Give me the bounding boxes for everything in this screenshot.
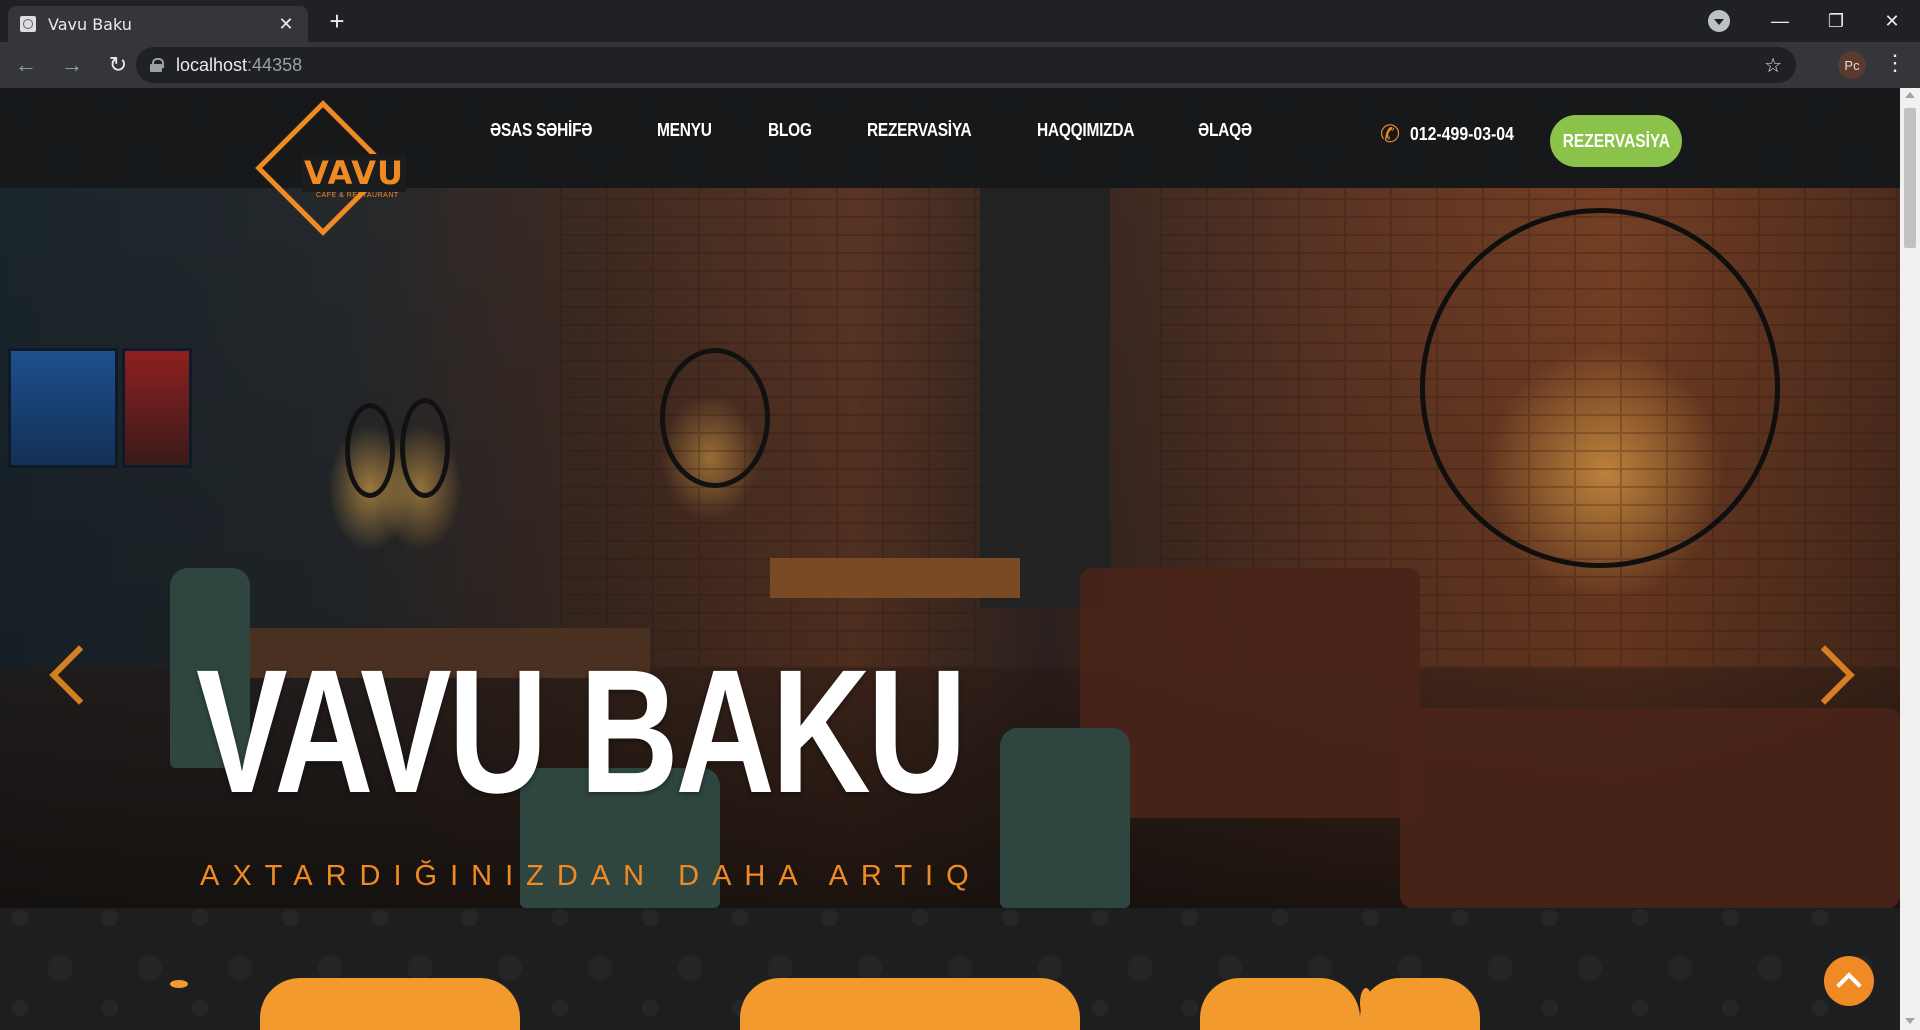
site-logo[interactable]: VAVU CAFE & RESTAURANT: [250, 100, 406, 238]
browser-tab[interactable]: Vavu Baku ✕: [8, 6, 308, 42]
fridge-2: [122, 348, 192, 468]
favicon-icon: [20, 16, 36, 32]
tab-title: Vavu Baku: [48, 14, 132, 34]
table-1: [770, 558, 1020, 598]
sofa-1: [1080, 568, 1420, 818]
wall-ring-small-1: [345, 403, 395, 498]
splash-shape-2: [740, 978, 1080, 1030]
new-tab-button[interactable]: +: [320, 6, 354, 36]
fridge-1: [8, 348, 118, 468]
url-port: :44358: [247, 54, 303, 75]
close-window-icon[interactable]: ✕: [1864, 11, 1920, 32]
url-host: localhost: [176, 54, 248, 75]
profile-avatar[interactable]: Pc: [1838, 51, 1866, 79]
lock-icon[interactable]: [150, 58, 164, 72]
nav-blog[interactable]: BLOG: [768, 120, 812, 141]
splash-shape-3: [1200, 978, 1360, 1030]
chevron-left-icon[interactable]: [48, 644, 78, 704]
site-header: VAVU CAFE & RESTAURANT ƏSAS SƏHİFƏ MENYU…: [0, 88, 1900, 236]
minimize-icon[interactable]: —: [1752, 11, 1808, 32]
reservation-button[interactable]: REZERVASİYA: [1550, 115, 1682, 167]
nav-about[interactable]: HAQQIMIZDA: [1037, 120, 1134, 141]
nav-home[interactable]: ƏSAS SƏHİFƏ: [490, 120, 593, 141]
wall-ring-large: [1420, 208, 1780, 568]
main-nav: ƏSAS SƏHİFƏ MENYU BLOG REZERVASİYA HAQQI…: [490, 120, 1260, 141]
arrow-up-icon[interactable]: [1824, 956, 1874, 1006]
phone-number: 012-499-03-04: [1410, 124, 1515, 144]
splash-dot: [1290, 988, 1320, 997]
splash-dot: [960, 980, 980, 990]
star-icon[interactable]: ☆: [1764, 53, 1782, 78]
address-bar[interactable]: localhost :44358 ☆: [136, 47, 1796, 83]
splash-shape-4: [1360, 978, 1480, 1030]
scrollbar-thumb[interactable]: [1904, 108, 1916, 248]
reload-icon[interactable]: ↻: [98, 45, 138, 85]
nav-contact[interactable]: ƏLAQƏ: [1198, 120, 1252, 141]
scroll-down-icon[interactable]: [1905, 1018, 1915, 1024]
reservation-button-label: REZERVASİYA: [1562, 130, 1670, 151]
window-controls: — ❐ ✕: [1752, 0, 1920, 42]
splash-dot: [1360, 988, 1372, 1018]
pillar: [980, 188, 1110, 608]
forward-icon[interactable]: →: [52, 45, 92, 85]
header-phone[interactable]: ✆ 012-499-03-04: [1380, 120, 1528, 149]
wall-ring-small-2: [400, 398, 450, 498]
hero-title: VAVU BAKU: [196, 634, 967, 830]
phone-icon: ✆: [1380, 121, 1401, 148]
browser-toolbar: ← → ↻ localhost :44358 ☆ Pc ⋮: [0, 42, 1920, 88]
hero-subtitle: AXTARDIĞINIZDAN DAHA ARTIQ: [200, 860, 982, 892]
page-scrollbar[interactable]: [1900, 88, 1920, 1030]
nav-reservation[interactable]: REZERVASİYA: [867, 120, 972, 141]
splash-dot: [170, 980, 188, 988]
menu-kebab-icon[interactable]: ⋮: [1884, 50, 1906, 76]
wall-ring-logo: [660, 348, 770, 488]
splash-shape-1: [260, 978, 520, 1030]
scroll-up-icon[interactable]: [1905, 92, 1915, 98]
chair-3: [1000, 728, 1130, 908]
tab-search-icon[interactable]: [1708, 10, 1730, 32]
tab-close-icon[interactable]: ✕: [276, 14, 296, 35]
hero-slider: VAVU BAKU AXTARDIĞINIZDAN DAHA ARTIQ: [0, 188, 1900, 908]
logo-subtext: CAFE & RESTAURANT: [316, 192, 399, 199]
page: VAVU BAKU AXTARDIĞINIZDAN DAHA ARTIQ VAV…: [0, 88, 1900, 1030]
browser-tabbar: Vavu Baku ✕ + — ❐ ✕: [0, 0, 1920, 42]
logo-text: VAVU: [302, 154, 406, 192]
chevron-right-icon[interactable]: [1820, 644, 1850, 704]
restore-icon[interactable]: ❐: [1808, 11, 1864, 32]
nav-menu[interactable]: MENYU: [657, 120, 712, 141]
sofa-2: [1400, 708, 1900, 908]
back-icon[interactable]: ←: [6, 45, 46, 85]
splash-dot: [1230, 980, 1246, 988]
